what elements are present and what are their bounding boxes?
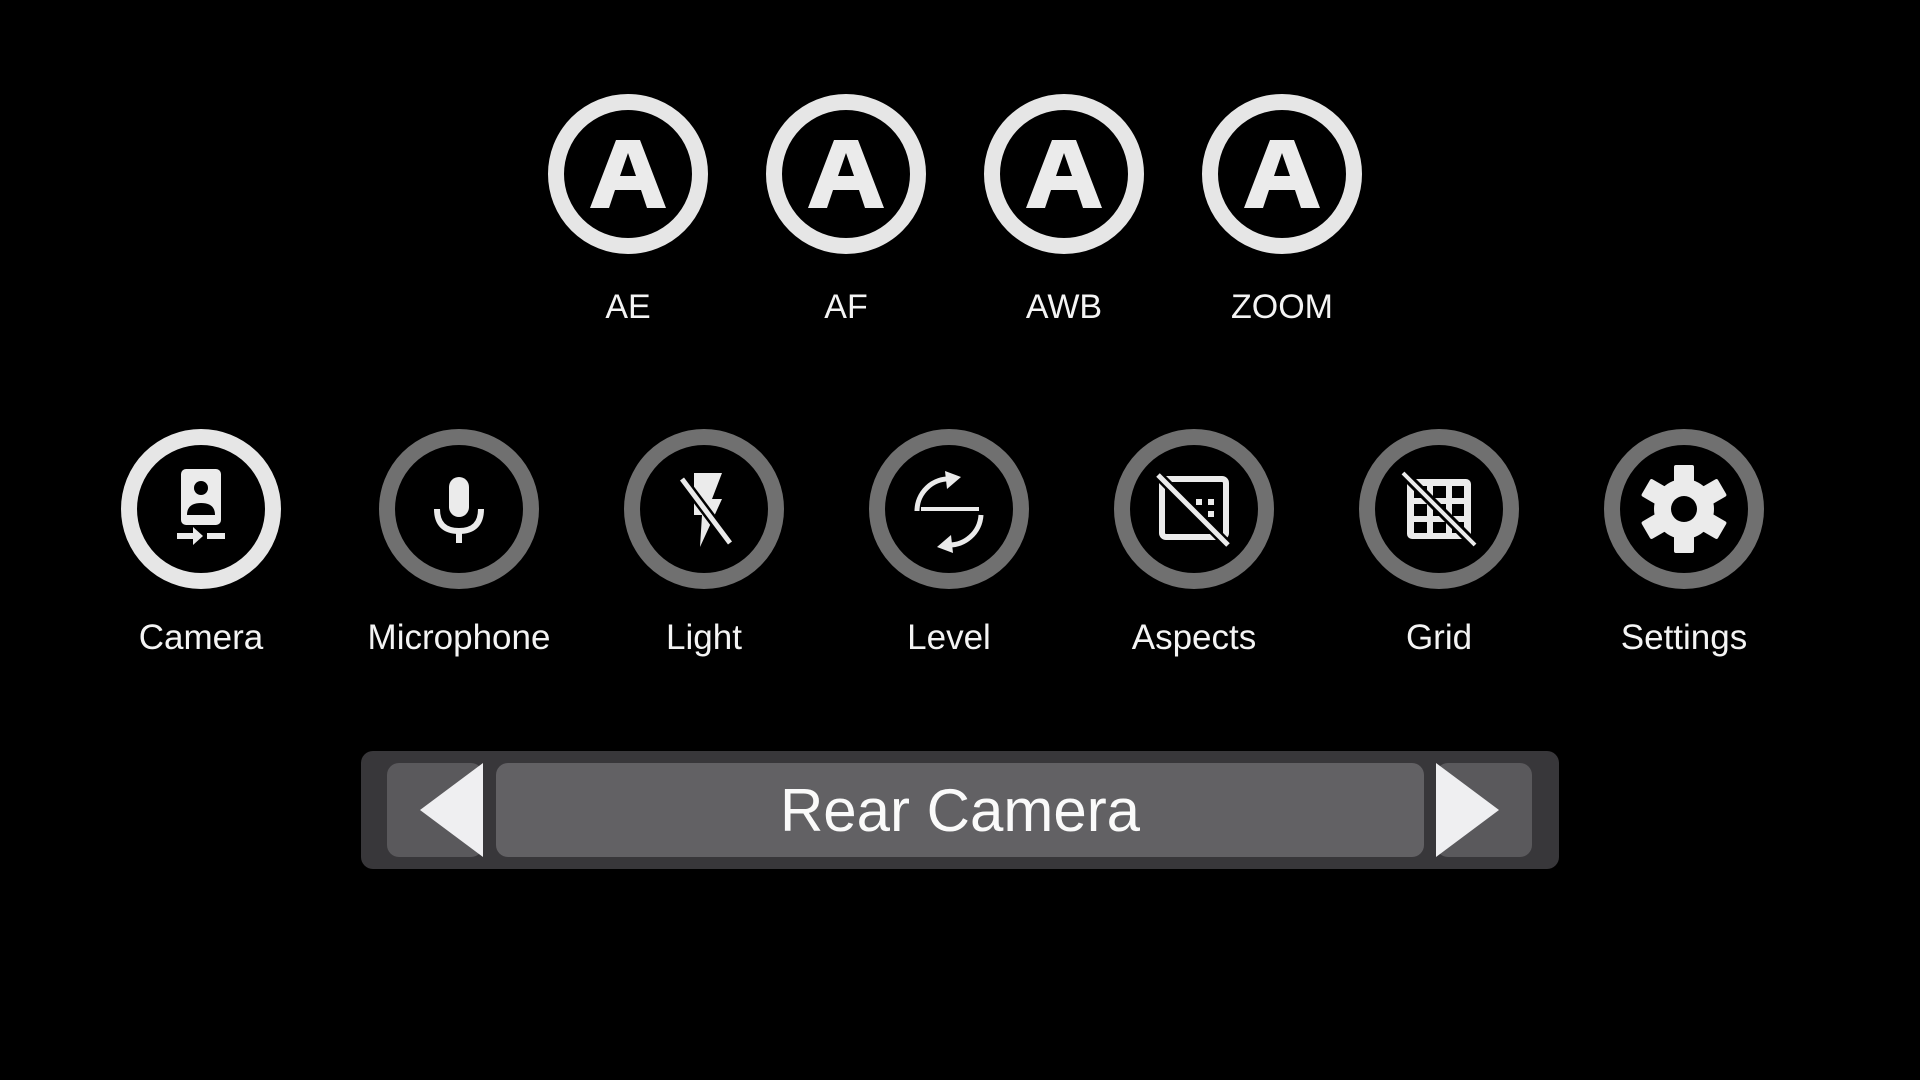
af-button[interactable]: [766, 94, 926, 254]
camera-name-display: Rear Camera: [496, 763, 1424, 857]
camera-label: Camera: [138, 618, 264, 657]
microphone-label: Microphone: [367, 618, 551, 657]
microphone-icon: [434, 477, 484, 543]
auto-a-icon: [590, 140, 666, 208]
light-button[interactable]: [624, 429, 784, 589]
level-button[interactable]: [869, 429, 1029, 589]
grid-label: Grid: [1405, 618, 1473, 657]
awb-button[interactable]: [984, 94, 1144, 254]
triangle-left-icon: [420, 763, 483, 857]
af-label: AF: [824, 288, 868, 326]
auto-a-icon: [1026, 140, 1102, 208]
triangle-right-icon: [1436, 763, 1499, 857]
level-label: Level: [907, 618, 991, 657]
gear-icon: [1641, 465, 1727, 553]
auto-a-icon: [1244, 140, 1320, 208]
next-camera-button[interactable]: [1436, 763, 1532, 857]
auto-a-icon: [808, 140, 884, 208]
aspects-label: Aspects: [1131, 618, 1257, 657]
zoom-button[interactable]: [1202, 94, 1362, 254]
ae-button[interactable]: [548, 94, 708, 254]
zoom-label: ZOOM: [1231, 288, 1333, 326]
camera-button[interactable]: [121, 429, 281, 589]
settings-label: Settings: [1620, 618, 1748, 657]
flash-off-icon: [678, 473, 734, 547]
grid-button[interactable]: [1359, 429, 1519, 589]
light-label: Light: [666, 618, 742, 657]
camera-switch-icon: [177, 469, 225, 545]
aspect-ratio-off-icon: [1154, 471, 1232, 549]
camera-selector: Rear Camera: [361, 751, 1559, 869]
camera-name: Rear Camera: [779, 776, 1141, 844]
level-rotate-icon: [914, 471, 984, 553]
grid-off-icon: [1399, 469, 1479, 549]
aspects-button[interactable]: [1114, 429, 1274, 589]
ae-label: AE: [605, 288, 651, 326]
microphone-button[interactable]: [379, 429, 539, 589]
settings-button[interactable]: [1604, 429, 1764, 589]
awb-label: AWB: [1025, 288, 1103, 326]
previous-camera-button[interactable]: [387, 763, 483, 857]
